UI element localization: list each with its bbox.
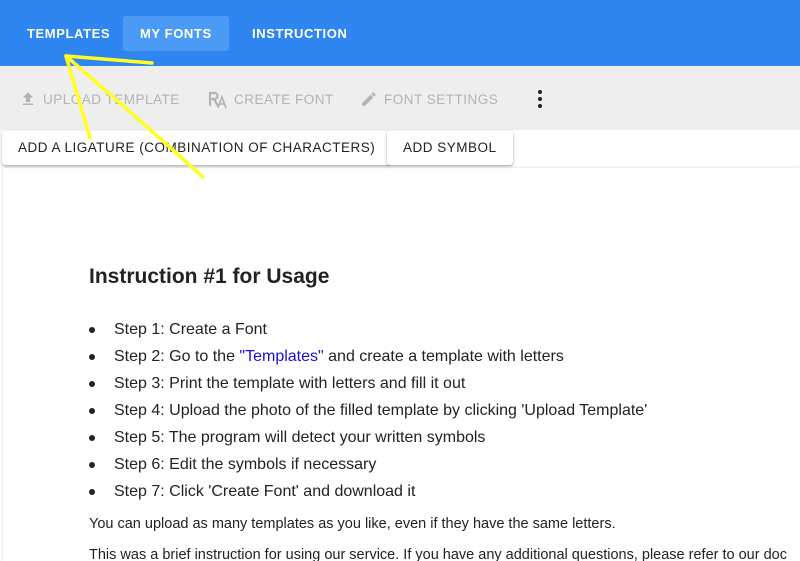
add-ligature-button[interactable]: ADD A LIGATURE (COMBINATION OF CHARACTER… (2, 131, 392, 165)
step-text: Step 6: Edit the symbols if necessary (114, 456, 377, 473)
pencil-icon (362, 92, 376, 106)
tab-templates[interactable]: TEMPLATES (10, 16, 127, 51)
list-item: Step 1: Create a Font (89, 318, 647, 345)
top-navigation: TEMPLATES MY FONTS INSTRUCTION (0, 0, 800, 66)
step-text: Step 3: Print the template with letters … (114, 375, 466, 392)
step-text: Step 7: Click 'Create Font' and download… (114, 483, 416, 500)
font-settings-label: FONT SETTINGS (384, 91, 499, 107)
list-item: Step 2: Go to the "Templates" and create… (89, 345, 647, 372)
more-options-button[interactable] (530, 88, 550, 110)
font-settings-button[interactable]: FONT SETTINGS (360, 88, 498, 110)
list-item: Step 5: The program will detect your wri… (89, 426, 647, 453)
step-text: Step 5: The program will detect your wri… (114, 429, 486, 446)
list-item: Step 6: Edit the symbols if necessary (89, 453, 647, 480)
add-symbol-button[interactable]: ADD SYMBOL (387, 131, 513, 165)
upload-template-button[interactable]: UPLOAD TEMPLATE (19, 88, 180, 110)
upload-template-label: UPLOAD TEMPLATE (43, 91, 180, 107)
step-text-suffix: and create a template with letters (323, 348, 564, 365)
create-font-icon (208, 91, 227, 109)
list-item: Step 7: Click 'Create Font' and download… (89, 480, 647, 507)
page: TEMPLATES MY FONTS INSTRUCTION UPLOAD TE… (0, 0, 800, 561)
upload-icon (22, 92, 34, 105)
page-title: Instruction #1 for Usage (89, 265, 330, 288)
list-item: Step 4: Upload the photo of the filled t… (89, 399, 647, 426)
note-upload-templates: You can upload as many templates as you … (89, 516, 616, 532)
note-brief-instruction: This was a brief instruction for using o… (89, 547, 787, 561)
tab-instruction[interactable]: INSTRUCTION (235, 16, 364, 51)
list-item: Step 3: Print the template with letters … (89, 372, 647, 399)
create-font-button[interactable]: CREATE FONT (208, 88, 334, 110)
create-font-label: CREATE FONT (234, 91, 334, 107)
templates-link[interactable]: "Templates" (239, 348, 323, 365)
step-text: Step 4: Upload the photo of the filled t… (114, 402, 648, 419)
steps-list: Step 1: Create a Font Step 2: Go to the … (89, 318, 647, 507)
more-vertical-icon (538, 90, 542, 108)
step-text-prefix: Step 2: Go to the (114, 348, 240, 365)
toolbar: UPLOAD TEMPLATE CREATE FONT FONT SETTING… (0, 66, 800, 130)
tab-my-fonts[interactable]: MY FONTS (123, 16, 229, 51)
step-text: Step 1: Create a Font (114, 321, 267, 338)
